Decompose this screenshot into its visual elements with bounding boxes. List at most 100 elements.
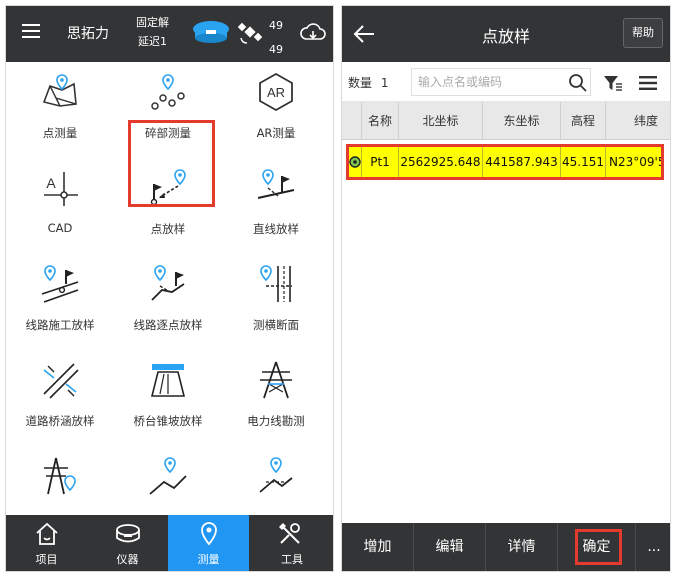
count-label: 数量	[348, 76, 373, 90]
grid-item-road-bridge-culvert[interactable]: 道路桥涵放样	[6, 350, 114, 446]
table-header: 名称 北坐标 东坐标 高程 纬度	[342, 102, 670, 140]
ar-survey-icon: AR	[259, 72, 293, 112]
app-screenshot-pair: 思拓力 固定解 延迟1 49 49 点测量 碎部测量 AR AR测量 A CAD…	[0, 0, 676, 577]
curve-icon	[149, 457, 187, 495]
grid-item-ar-survey[interactable]: AR AR测量	[222, 62, 330, 158]
tab-measure[interactable]: 测量	[168, 515, 249, 571]
filter-icon[interactable]	[603, 74, 623, 92]
fix-status[interactable]: 固定解 延迟1	[136, 13, 169, 51]
cell-north: 2562925.648	[399, 147, 483, 177]
grid-item-tower[interactable]	[6, 446, 114, 518]
latency-text: 延迟1	[138, 35, 167, 48]
road-bridge-culvert-icon	[43, 363, 79, 399]
cloud-sync-icon[interactable]	[299, 21, 327, 45]
line-stakeout-icon	[257, 169, 295, 199]
fix-status-text: 固定解	[136, 16, 169, 29]
column-header-elevation[interactable]: 高程	[561, 102, 606, 140]
grid-item-label: 线路施工放样	[25, 318, 95, 332]
grid-item-cross-section[interactable]: 测横断面	[222, 254, 330, 350]
hamburger-menu-icon[interactable]	[22, 23, 40, 39]
grid-item-label: 电力线勘测	[247, 414, 305, 428]
column-header-name[interactable]: 名称	[362, 102, 399, 140]
svg-text:A: A	[46, 175, 56, 191]
point-stakeout-screen: 点放样 帮助 数量 1 输入点名或编码 名称 北坐标 东坐标 高程 纬度 Pt1…	[341, 5, 671, 572]
details-button[interactable]: 详情	[486, 523, 558, 571]
grid-item-power-line-survey[interactable]: 电力线勘测	[222, 350, 330, 446]
grid-item-label: 桥台锥坡放样	[133, 414, 203, 428]
tower-icon	[44, 457, 76, 495]
location-pin-icon	[201, 522, 217, 546]
search-bar: 数量 1	[342, 62, 670, 102]
grid-item-cad[interactable]: A CAD	[6, 158, 114, 254]
gnss-receiver-icon[interactable]	[191, 19, 231, 45]
edit-button[interactable]: 编辑	[414, 523, 486, 571]
search-box	[411, 68, 591, 96]
tools-icon	[279, 523, 300, 544]
grid-item-label: AR测量	[256, 126, 296, 140]
receiver-icon	[116, 524, 140, 543]
list-menu-icon[interactable]	[639, 76, 657, 90]
satellite-icon[interactable]	[238, 22, 262, 44]
abutment-slope-icon	[150, 364, 186, 397]
row-select-cell[interactable]	[349, 147, 362, 177]
tab-label: 测量	[197, 553, 220, 566]
cross-section-icon	[260, 265, 292, 302]
satellite-total: 49	[269, 43, 283, 56]
satellite-count: 49 49	[269, 14, 283, 62]
cell-elevation: 45.151	[561, 147, 606, 177]
cell-name: Pt1	[362, 147, 399, 177]
more-button[interactable]: ...	[636, 523, 670, 571]
grid-item-line-stakeout[interactable]: 直线放样	[222, 158, 330, 254]
cad-icon: A	[44, 172, 78, 206]
grid-item-road-construction-stakeout[interactable]: 线路施工放样	[6, 254, 114, 350]
app-title: 思拓力	[67, 26, 109, 42]
grid-item-label: 直线放样	[253, 222, 299, 236]
detail-survey-icon	[151, 74, 185, 110]
tab-tools[interactable]: 工具	[249, 515, 335, 571]
cell-east: 441587.943	[483, 147, 561, 177]
power-line-survey-icon	[260, 361, 292, 399]
grid-item-curve[interactable]	[114, 446, 222, 518]
grid-item-label: 点放样	[150, 222, 186, 236]
satellite-used: 49	[269, 19, 283, 32]
grid-item-label: 点测量	[42, 126, 78, 140]
tab-label: 工具	[281, 553, 303, 566]
grid-item-abutment-slope[interactable]: 桥台锥坡放样	[114, 350, 222, 446]
point-count: 数量 1	[348, 74, 388, 91]
column-header-latitude[interactable]: 纬度	[606, 102, 670, 140]
count-value: 1	[380, 76, 389, 90]
top-bar: 点放样 帮助	[342, 6, 670, 62]
home-icon	[36, 522, 58, 545]
slope-icon	[259, 457, 293, 493]
road-construction-stakeout-icon	[41, 265, 79, 303]
column-header-east[interactable]: 东坐标	[483, 102, 561, 140]
svg-text:AR: AR	[267, 85, 285, 100]
grid-item-label: 道路桥涵放样	[25, 414, 95, 428]
tab-label: 项目	[35, 553, 58, 566]
grid-item-point-survey[interactable]: 点测量	[6, 62, 114, 158]
tab-instrument[interactable]: 仪器	[87, 515, 168, 571]
top-bar: 思拓力 固定解 延迟1 49 49	[6, 6, 333, 62]
point-survey-icon	[42, 74, 77, 107]
search-icon[interactable]	[568, 73, 588, 93]
search-input[interactable]	[412, 69, 542, 95]
point-stakeout-highlight	[128, 120, 215, 207]
add-button[interactable]: 增加	[342, 523, 414, 571]
select-column-header	[342, 102, 362, 140]
grid-item-label: 测横断面	[253, 318, 299, 332]
road-point-stakeout-icon	[151, 265, 185, 301]
help-button[interactable]: 帮助	[623, 18, 663, 48]
table-row[interactable]: Pt1 2562925.648 441587.943 45.151 N23°09…	[346, 144, 664, 180]
survey-menu-screen: 思拓力 固定解 延迟1 49 49 点测量 碎部测量 AR AR测量 A CAD…	[5, 5, 334, 572]
tab-label: 仪器	[116, 553, 139, 566]
grid-item-slope[interactable]	[222, 446, 330, 518]
page-title: 点放样	[481, 27, 530, 46]
cell-latitude: N23°09'54	[609, 155, 661, 169]
tab-project[interactable]: 项目	[6, 515, 87, 571]
grid-item-road-point-stakeout[interactable]: 线路逐点放样	[114, 254, 222, 350]
grid-item-label: CAD	[47, 221, 73, 235]
bottom-tab-bar: 项目 仪器 测量 工具	[6, 515, 333, 571]
confirm-highlight	[575, 529, 622, 565]
column-header-north[interactable]: 北坐标	[399, 102, 483, 140]
grid-item-label: 线路逐点放样	[133, 318, 203, 332]
